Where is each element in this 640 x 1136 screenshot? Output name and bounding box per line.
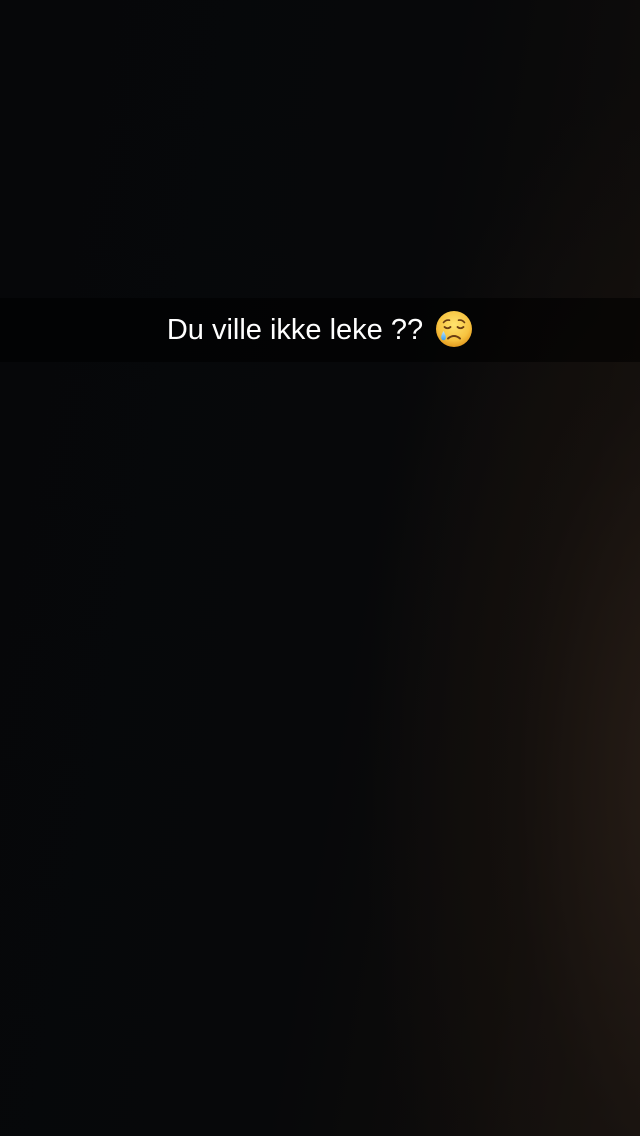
- snap-photo[interactable]: Du ville ikke leke ??: [0, 0, 640, 1136]
- caption-text: Du ville ikke leke ??: [166, 313, 424, 346]
- caption-bar[interactable]: Du ville ikke leke ??: [0, 298, 640, 362]
- sad-but-relieved-face-icon: [435, 310, 473, 348]
